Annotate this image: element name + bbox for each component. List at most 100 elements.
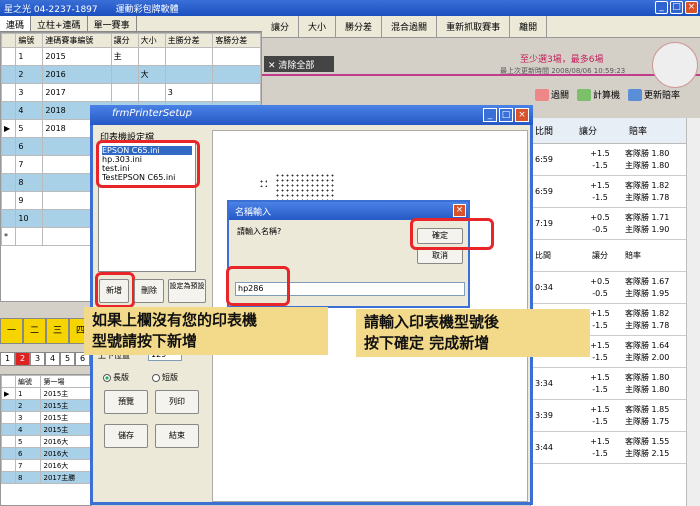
print-button[interactable]: 列印 bbox=[155, 390, 199, 414]
table-row[interactable]: 1 2015 主 bbox=[0, 47, 261, 66]
first-event-grid[interactable]: 編號 第一場 ▶ 1 2015主 2 2015主 3 2015主 4 2015主 5 2016大 6 20… bbox=[0, 374, 92, 506]
table-cell bbox=[164, 47, 214, 66]
handicap-value: -0.5 bbox=[592, 224, 608, 234]
handicap-value: +1.5 bbox=[590, 436, 610, 446]
table-cell: 2015主 bbox=[40, 411, 91, 424]
table-cell: 2016大 bbox=[40, 435, 91, 448]
odds-row[interactable]: 比間 讓分 賠率 bbox=[531, 240, 700, 272]
app-title: 星之光 04-2237-1897 bbox=[4, 4, 98, 15]
menu-refresh-events[interactable]: 重新抓取賽事 bbox=[437, 16, 511, 37]
name-prompt: 請輸入名稱? bbox=[237, 227, 282, 236]
odds-row[interactable]: 3:44 +1.5 -1.5 客隊勝 1.55 主隊勝 2.15 bbox=[531, 432, 700, 464]
col-header: 大小 bbox=[137, 33, 166, 48]
table-cell bbox=[1, 459, 16, 472]
delete-button[interactable]: 刪除 bbox=[134, 279, 164, 303]
minimize-button[interactable]: _ bbox=[655, 1, 668, 14]
handicap-value: +0.5 bbox=[590, 276, 610, 286]
menu-over-under[interactable]: 大小 bbox=[299, 16, 337, 37]
portrait-radio[interactable]: 短版 bbox=[152, 372, 178, 383]
table-row[interactable]: 4 2015主 bbox=[1, 423, 91, 436]
close-button[interactable]: × bbox=[453, 204, 466, 217]
page-button[interactable]: 5 bbox=[60, 352, 75, 366]
handicap-value: +1.5 bbox=[590, 180, 610, 190]
table-row[interactable]: 2 2015主 bbox=[1, 399, 91, 412]
handicap-value: -1.5 bbox=[592, 448, 608, 458]
promo-text: 至少選3場，最多6場 bbox=[520, 55, 604, 65]
handicap-value: +1.5 bbox=[590, 148, 610, 158]
yellow-tab[interactable]: 一 bbox=[0, 318, 23, 344]
table-row[interactable]: 3 2017 3 bbox=[0, 83, 261, 102]
table-row[interactable]: 7 2016大 bbox=[1, 459, 91, 472]
maximize-button[interactable]: □ bbox=[499, 108, 513, 122]
col-header: 客勝分差 bbox=[212, 33, 261, 48]
save-button[interactable]: 儲存 bbox=[104, 424, 148, 448]
menu-mixed-parlay[interactable]: 混合過關 bbox=[382, 16, 438, 37]
col-header: 賠率 bbox=[629, 127, 648, 137]
exit-button[interactable]: 結束 bbox=[155, 424, 199, 448]
callout-line: 按下確定 完成新增 bbox=[364, 334, 490, 352]
table-cell bbox=[0, 155, 17, 174]
left-tabs: 連碼 立柱+連碼 單一賽事 bbox=[0, 16, 262, 32]
odds-row[interactable]: 6:59 +1.5 -1.5 客隊勝 1.82 主隊勝 1.78 bbox=[531, 176, 700, 208]
table-cell bbox=[137, 47, 166, 66]
tab-lianma[interactable]: 連碼 bbox=[0, 16, 32, 31]
table-cell: 3 bbox=[15, 83, 44, 102]
table-row[interactable]: ▶ 1 2015主 bbox=[1, 387, 91, 400]
calculator-button[interactable]: 計算機 bbox=[577, 88, 620, 101]
menu-win-margin[interactable]: 勝分差 bbox=[336, 16, 383, 37]
minimize-button[interactable]: _ bbox=[483, 108, 497, 122]
table-cell bbox=[1, 399, 16, 412]
page-button[interactable]: 4 bbox=[45, 352, 60, 366]
maximize-button[interactable]: □ bbox=[670, 1, 683, 14]
table-row[interactable]: 6 2016大 bbox=[1, 447, 91, 460]
set-default-button[interactable]: 設定為預設 bbox=[168, 279, 206, 303]
table-row[interactable]: 3 2015主 bbox=[1, 411, 91, 424]
close-button[interactable]: × bbox=[515, 108, 529, 122]
page-button[interactable]: 2 bbox=[15, 352, 30, 366]
table-row[interactable]: 8 2017主勝 bbox=[1, 471, 91, 484]
odds-handicap: +1.5 -1.5 bbox=[575, 148, 625, 172]
table-cell: 9 bbox=[15, 191, 44, 210]
table-cell: 8 bbox=[14, 471, 42, 484]
scrollbar[interactable] bbox=[686, 118, 700, 506]
odds-row[interactable]: 3:34 +1.5 -1.5 客隊勝 1.80 主隊勝 1.80 bbox=[531, 368, 700, 400]
update-odds-button[interactable]: 更新賠率 bbox=[628, 88, 680, 101]
odds-time: 3:34 bbox=[535, 379, 553, 388]
odds-time: 6:59 bbox=[535, 187, 553, 196]
page-button[interactable]: 1 bbox=[0, 352, 15, 366]
odds-handicap: +1.5 -1.5 bbox=[575, 180, 625, 204]
table-cell: 1 bbox=[15, 47, 44, 66]
odds-row[interactable]: 0:34 +0.5 -0.5 客隊勝 1.67 主隊勝 1.95 bbox=[531, 272, 700, 304]
odds-row[interactable]: 6:59 +1.5 -1.5 客隊勝 1.80 主隊勝 1.80 bbox=[531, 144, 700, 176]
parlay-button[interactable]: 過關 bbox=[535, 88, 569, 101]
landscape-radio[interactable]: 長版 bbox=[103, 372, 129, 383]
yellow-tab[interactable]: 二 bbox=[23, 318, 46, 344]
cancel-button[interactable]: 取消 bbox=[417, 248, 463, 264]
tab-single-event[interactable]: 單一賽事 bbox=[88, 16, 137, 31]
menu-exit[interactable]: 離開 bbox=[510, 16, 548, 37]
menu-handicap[interactable]: 讓分 bbox=[262, 16, 300, 37]
table-row[interactable]: 2 2016 大 bbox=[0, 65, 261, 84]
table-cell: 大 bbox=[137, 65, 166, 84]
calculator-label: 計算機 bbox=[593, 91, 621, 101]
table-cell: 2015主 bbox=[40, 399, 91, 412]
yellow-tab[interactable]: 三 bbox=[46, 318, 69, 344]
col-header: 編號 bbox=[14, 375, 42, 388]
handicap-value: -1.5 bbox=[592, 416, 608, 426]
tab-lizhu-lianma[interactable]: 立柱+連碼 bbox=[31, 16, 88, 31]
odds-row[interactable]: 3:39 +1.5 -1.5 客隊勝 1.85 主隊勝 1.75 bbox=[531, 400, 700, 432]
preview-button[interactable]: 預覽 bbox=[104, 390, 148, 414]
table-cell: 10 bbox=[15, 209, 44, 228]
close-button[interactable]: × bbox=[685, 1, 698, 14]
odds-row[interactable]: 7:19 +0.5 -0.5 客隊勝 1.71 主隊勝 1.90 bbox=[531, 208, 700, 240]
table-cell: 5 bbox=[15, 119, 44, 138]
odds-time: 3:44 bbox=[535, 443, 553, 452]
table-row[interactable]: 5 2016大 bbox=[1, 435, 91, 448]
clear-all-button[interactable]: ✕ 清除全部 bbox=[264, 56, 334, 72]
table-cell: * bbox=[0, 227, 17, 246]
page-button[interactable]: 3 bbox=[30, 352, 45, 366]
callout-line: 如果上欄沒有您的印表機 bbox=[92, 311, 258, 329]
odds-handicap: +0.5 -0.5 bbox=[575, 212, 625, 236]
col-header: 編號 bbox=[15, 33, 44, 48]
yellow-tabs: 一 二 三 四 bbox=[0, 318, 92, 344]
